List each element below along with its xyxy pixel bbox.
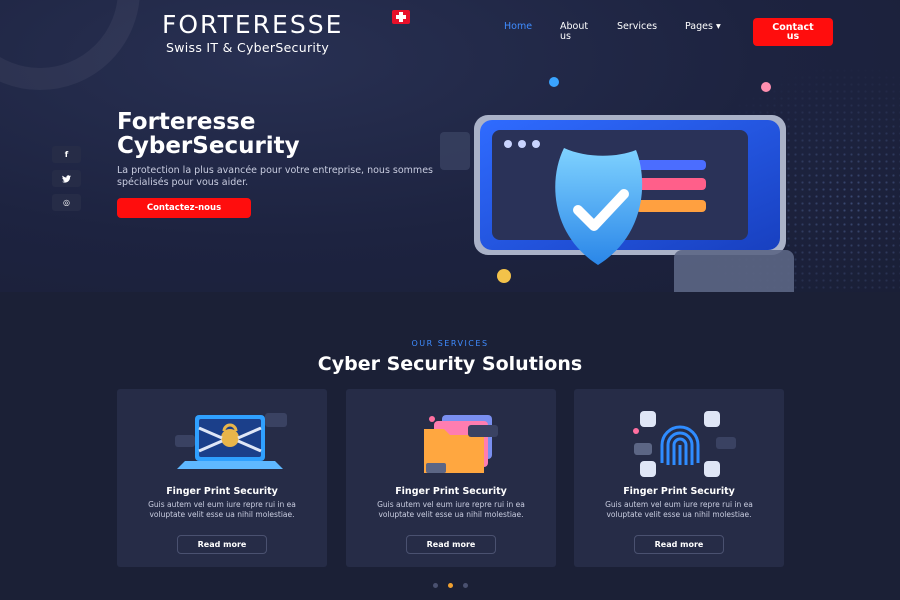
section-title: Cyber Security Solutions xyxy=(317,353,583,375)
read-more-button[interactable]: Read more xyxy=(406,535,496,554)
shield-check-icon xyxy=(440,77,794,292)
folders-icon xyxy=(424,415,498,473)
twitter-icon[interactable] xyxy=(52,170,81,187)
service-card: Finger Print Security Guis autem vel eum… xyxy=(574,389,784,567)
card-description: Guis autem vel eum iure repre rui in ea … xyxy=(605,500,753,519)
contact-us-button[interactable]: Contact us xyxy=(753,18,833,46)
card-description: Guis autem vel eum iure repre rui in ea … xyxy=(377,500,525,519)
hero-description: La protection la plus avancée pour votre… xyxy=(117,165,433,188)
hero-title-line1: Forteresse xyxy=(117,109,256,135)
nav-item-home[interactable]: Home xyxy=(504,22,532,32)
hero-section: FORTERESSE Swiss IT & CyberSecurity Home… xyxy=(0,0,900,292)
read-more-button[interactable]: Read more xyxy=(634,535,724,554)
pagination-dot[interactable] xyxy=(433,583,438,588)
card-title: Finger Print Security xyxy=(166,486,278,497)
hero-title: Forteresse CyberSecurity xyxy=(117,110,417,158)
card-description: Guis autem vel eum iure repre rui in ea … xyxy=(148,500,296,519)
nav-item-pages[interactable]: Pages ▾ xyxy=(685,22,721,32)
carousel-pagination xyxy=(433,583,468,588)
service-card: Finger Print Security Guis autem vel eum… xyxy=(346,389,556,567)
service-card: Finger Print Security Guis autem vel eum… xyxy=(117,389,327,567)
pagination-dot-active[interactable] xyxy=(448,583,453,588)
card-title: Finger Print Security xyxy=(623,486,735,497)
nav-item-about-us[interactable]: About us xyxy=(560,22,594,42)
contactez-nous-button[interactable]: Contactez-nous xyxy=(117,198,251,218)
logo-wordmark: FORTERESSE xyxy=(162,10,344,39)
nav-item-services[interactable]: Services xyxy=(617,22,657,32)
instagram-icon[interactable]: ◎ xyxy=(52,194,81,211)
hero-title-line2: CyberSecurity xyxy=(117,133,300,159)
logo-tagline: Swiss IT & CyberSecurity xyxy=(166,40,330,55)
facebook-icon[interactable]: f xyxy=(52,146,81,163)
twitter-bird-icon xyxy=(62,174,71,183)
swiss-flag-icon xyxy=(392,10,410,24)
section-eyebrow: OUR SERVICES xyxy=(411,339,489,348)
card-title: Finger Print Security xyxy=(395,486,507,497)
fingerprint-icon xyxy=(633,411,736,477)
laptop-lock-icon xyxy=(175,413,287,469)
read-more-button[interactable]: Read more xyxy=(177,535,267,554)
logo[interactable]: FORTERESSE Swiss IT & CyberSecurity xyxy=(162,10,410,55)
decorative-ring xyxy=(0,0,140,90)
pagination-dot[interactable] xyxy=(463,583,468,588)
